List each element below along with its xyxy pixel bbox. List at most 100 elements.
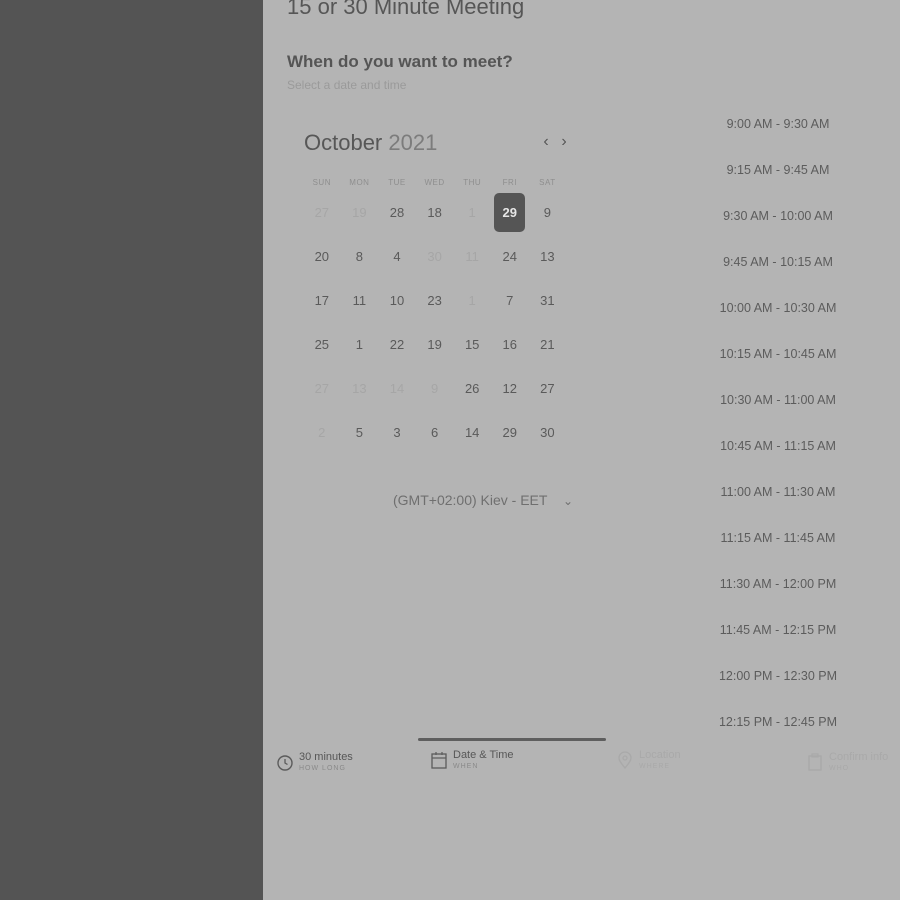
calendar-day[interactable]: 11 [341, 278, 379, 322]
calendar-day[interactable]: 3 [378, 410, 416, 454]
day-number: 22 [389, 336, 405, 352]
calendar-icon [431, 752, 447, 769]
step-how-long[interactable]: 30 minutes HOW LONG [275, 750, 353, 774]
calendar-week: 27 13 14 9 26 12 27 [303, 366, 566, 410]
step-date-time[interactable]: Date & Time WHEN [429, 748, 514, 772]
calendar-day[interactable]: 12 [491, 366, 529, 410]
calendar-day-selected[interactable]: 29 [491, 190, 529, 234]
weekday-label: SAT [539, 178, 556, 187]
calendar-day[interactable]: 31 [529, 278, 567, 322]
calendar-day[interactable]: 14 [453, 410, 491, 454]
section-subtitle: Select a date and time [287, 78, 407, 92]
calendar-week: 25 1 22 19 15 16 21 [303, 322, 566, 366]
day-number: 1 [355, 336, 363, 352]
chevron-right-icon: › [561, 133, 567, 150]
time-slot[interactable]: 9:15 AM - 9:45 AM [713, 147, 843, 193]
weekday-label: FRI [502, 178, 517, 187]
calendar-day[interactable]: 15 [453, 322, 491, 366]
day-number: 12 [502, 380, 517, 396]
step-sublabel: WHERE [639, 763, 671, 770]
calendar-day[interactable]: 23 [416, 278, 454, 322]
chevron-left-icon: ‹ [543, 133, 549, 150]
calendar-day[interactable]: 21 [529, 322, 567, 366]
calendar-day[interactable]: 29 [491, 410, 529, 454]
time-slot[interactable]: 10:00 AM - 10:30 AM [713, 285, 843, 331]
calendar-day[interactable]: 25 [303, 322, 341, 366]
calendar-day[interactable]: 6 [416, 410, 454, 454]
calendar-day: 1 [453, 278, 491, 322]
day-number: 1 [468, 204, 476, 220]
next-month-button[interactable]: › [557, 132, 571, 152]
day-number: 29 [502, 424, 517, 440]
time-slot-list: 9:00 AM - 9:30 AM 9:15 AM - 9:45 AM 9:30 A… [713, 101, 843, 745]
calendar-day: 19 [341, 190, 379, 234]
calendar-day[interactable]: 9 [529, 190, 567, 234]
time-slot[interactable]: 11:00 AM - 11:30 AM [713, 469, 843, 515]
calendar-day[interactable]: 5 [341, 410, 379, 454]
day-number: 3 [393, 424, 401, 440]
clipboard-icon [808, 753, 822, 771]
time-slot[interactable]: 10:30 AM - 11:00 AM [713, 377, 843, 423]
year-label: 2021 [388, 130, 438, 155]
chevron-down-icon: ⌄ [563, 494, 574, 508]
step-location[interactable]: Location WHERE [615, 748, 681, 772]
page-title: 15 or 30 Minute Meeting [287, 0, 525, 19]
step-confirm-info[interactable]: Confirm info WHO [805, 750, 888, 774]
calendar-day[interactable]: 27 [529, 366, 567, 410]
time-slot[interactable]: 11:45 AM - 12:15 PM [713, 607, 843, 653]
calendar-day[interactable]: 30 [529, 410, 567, 454]
day-number: 20 [314, 248, 330, 264]
calendar-day[interactable]: 22 [378, 322, 416, 366]
calendar-day[interactable]: 10 [378, 278, 416, 322]
calendar-day[interactable]: 1 [341, 322, 379, 366]
location-pin-icon [618, 751, 632, 770]
calendar-day: 27 [303, 366, 341, 410]
time-slot[interactable]: 9:00 AM - 9:30 AM [713, 101, 843, 147]
day-number: 8 [355, 248, 363, 264]
calendar-day[interactable]: 8 [341, 234, 379, 278]
calendar-day[interactable]: 13 [529, 234, 567, 278]
time-slot[interactable]: 10:15 AM - 10:45 AM [713, 331, 843, 377]
clock-icon [277, 755, 293, 771]
time-slot[interactable]: 9:45 AM - 10:15 AM [713, 239, 843, 285]
calendar-day[interactable]: 16 [491, 322, 529, 366]
day-number: 19 [427, 336, 442, 352]
calendar-week: 20 8 4 30 11 24 13 [303, 234, 566, 278]
calendar-day[interactable]: 4 [378, 234, 416, 278]
day-number: 14 [389, 380, 405, 396]
calendar-day[interactable]: 26 [453, 366, 491, 410]
weekday-label: WED [424, 178, 445, 187]
prev-month-button[interactable]: ‹ [539, 132, 553, 152]
calendar-day: 2 [303, 410, 341, 454]
time-slot[interactable]: 10:45 AM - 11:15 AM [713, 423, 843, 469]
calendar-day[interactable]: 28 [378, 190, 416, 234]
weekday-label: TUE [388, 178, 406, 187]
left-sidebar [0, 0, 263, 900]
day-number: 24 [502, 248, 517, 264]
weekday-label: SUN [312, 178, 331, 187]
time-slot[interactable]: 12:00 PM - 12:30 PM [713, 653, 843, 699]
day-number: 23 [427, 292, 442, 308]
day-number: 17 [314, 292, 330, 308]
time-slot[interactable]: 9:30 AM - 10:00 AM [713, 193, 843, 239]
calendar-day[interactable]: 17 [303, 278, 341, 322]
day-number: 28 [389, 204, 405, 220]
time-slot[interactable]: 11:30 AM - 12:00 PM [713, 561, 843, 607]
booking-panel: 15 or 30 Minute Meeting When do you want… [263, 0, 900, 900]
calendar-day[interactable]: 24 [491, 234, 529, 278]
time-slot[interactable]: 11:15 AM - 11:45 AM [713, 515, 843, 561]
calendar-day[interactable]: 18 [416, 190, 454, 234]
day-number: 18 [427, 204, 442, 220]
calendar-day[interactable]: 19 [416, 322, 454, 366]
calendar-day[interactable]: 20 [303, 234, 341, 278]
calendar-day[interactable]: 7 [491, 278, 529, 322]
step-sublabel: HOW LONG [299, 765, 346, 772]
weekday-header: SUN MON TUE WED THU FRI SAT [303, 176, 566, 190]
calendar-day: 9 [416, 366, 454, 410]
day-number: 11 [465, 248, 479, 264]
day-number: 9 [430, 380, 439, 396]
step-label: Confirm info [829, 751, 889, 763]
step-sublabel: WHEN [453, 763, 479, 770]
weekday-label: THU [463, 178, 482, 187]
day-number: 10 [389, 292, 405, 308]
